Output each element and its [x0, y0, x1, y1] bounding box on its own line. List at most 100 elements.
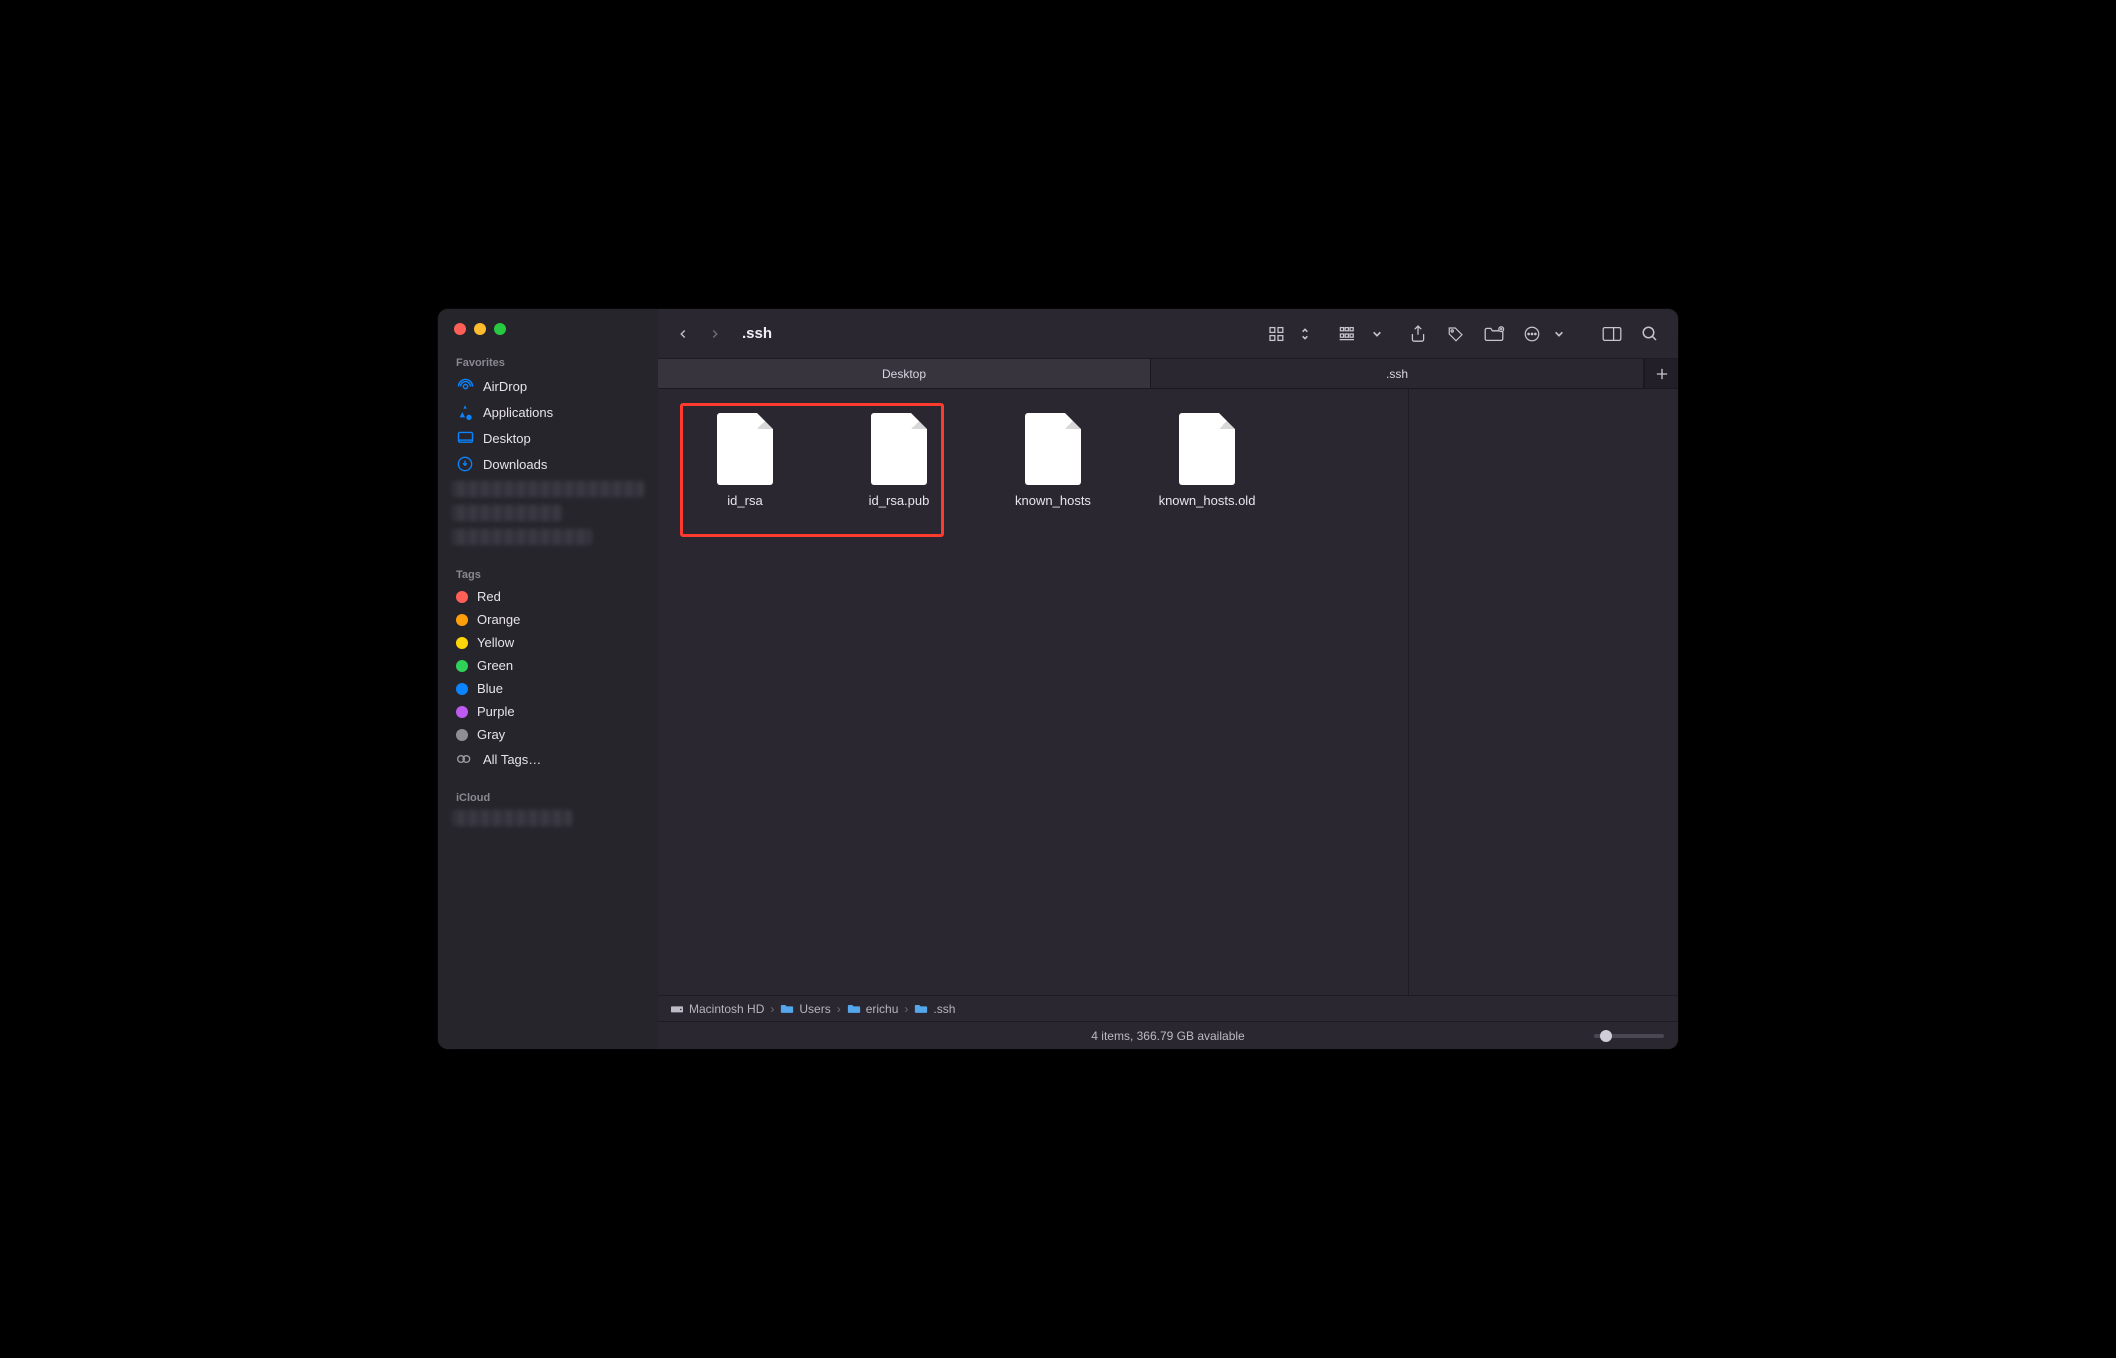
sidebar-tag-green[interactable]: Green	[438, 654, 658, 677]
sidebar-item-label: Downloads	[483, 457, 547, 472]
sidebar-section-favorites: Favorites	[438, 351, 658, 373]
tag-dot-icon	[456, 660, 468, 672]
action-menu-button[interactable]	[1518, 320, 1546, 348]
share-button[interactable]	[1404, 320, 1432, 348]
path-segment[interactable]: .ssh	[914, 1002, 955, 1016]
tag-dot-icon	[456, 637, 468, 649]
finder-window: Favorites AirDrop Applications Desktop D…	[438, 309, 1678, 1049]
window-close-button[interactable]	[454, 323, 466, 335]
sidebar-item-label: Purple	[477, 704, 515, 719]
sidebar-redacted-item	[452, 810, 572, 826]
chevron-down-icon	[1554, 330, 1564, 338]
document-icon	[717, 413, 773, 485]
file-grid[interactable]: id_rsa id_rsa.pub known_hosts known_host…	[658, 389, 1408, 995]
file-item[interactable]: known_hosts.old	[1142, 413, 1272, 508]
group-by-button[interactable]	[1336, 320, 1364, 348]
sidebar-item-applications[interactable]: Applications	[438, 399, 658, 425]
chevron-right-icon: ›	[837, 1002, 841, 1016]
desktop-icon	[456, 429, 474, 447]
sidebar-tag-orange[interactable]: Orange	[438, 608, 658, 631]
sidebar-item-label: Green	[477, 658, 513, 673]
airdrop-icon	[456, 377, 474, 395]
tag-dot-icon	[456, 706, 468, 718]
document-icon	[1179, 413, 1235, 485]
downloads-icon	[456, 455, 474, 473]
main-area: .ssh	[658, 309, 1678, 1049]
sidebar-item-label: Yellow	[477, 635, 514, 650]
sidebar-item-downloads[interactable]: Downloads	[438, 451, 658, 477]
view-mode-button[interactable]	[1264, 320, 1292, 348]
path-bar[interactable]: Macintosh HD › Users › erichu ›	[658, 995, 1678, 1021]
sidebar-tag-blue[interactable]: Blue	[438, 677, 658, 700]
sidebar-tag-gray[interactable]: Gray	[438, 723, 658, 746]
preview-pane	[1408, 389, 1678, 995]
file-item[interactable]: id_rsa.pub	[834, 413, 964, 508]
tag-dot-icon	[456, 591, 468, 603]
path-seg-label: Users	[799, 1002, 830, 1016]
tab-desktop[interactable]: Desktop	[658, 359, 1151, 388]
file-name-label: id_rsa.pub	[869, 493, 930, 508]
sidebar-redacted-item	[452, 505, 562, 521]
document-icon	[871, 413, 927, 485]
path-segment[interactable]: erichu	[847, 1002, 899, 1016]
window-title: .ssh	[742, 325, 772, 342]
sidebar-item-label: Gray	[477, 727, 505, 742]
toggle-preview-button[interactable]	[1598, 320, 1626, 348]
drive-icon	[670, 1003, 684, 1015]
icon-size-slider[interactable]	[1594, 1034, 1664, 1038]
sidebar-tag-purple[interactable]: Purple	[438, 700, 658, 723]
all-tags-icon	[456, 750, 474, 768]
sidebar-item-label: AirDrop	[483, 379, 527, 394]
forward-button[interactable]	[704, 323, 726, 345]
sidebar-tag-red[interactable]: Red	[438, 585, 658, 608]
sidebar-item-all-tags[interactable]: All Tags…	[438, 746, 658, 772]
chevron-down-icon	[1372, 330, 1382, 338]
path-seg-label: .ssh	[933, 1002, 955, 1016]
chevron-updown-icon	[1300, 327, 1310, 341]
sidebar-item-label: Red	[477, 589, 501, 604]
tag-dot-icon	[456, 614, 468, 626]
tab-label: Desktop	[882, 367, 926, 381]
tab-label: .ssh	[1386, 367, 1408, 381]
new-tab-button[interactable]	[1644, 359, 1678, 388]
sidebar-item-airdrop[interactable]: AirDrop	[438, 373, 658, 399]
sidebar-redacted-item	[452, 481, 644, 497]
search-button[interactable]	[1636, 320, 1664, 348]
path-seg-label: Macintosh HD	[689, 1002, 764, 1016]
back-button[interactable]	[672, 323, 694, 345]
sidebar-item-label: Orange	[477, 612, 520, 627]
tag-dot-icon	[456, 729, 468, 741]
sidebar-section-tags: Tags	[438, 563, 658, 585]
path-segment-root[interactable]: Macintosh HD	[670, 1002, 764, 1016]
new-folder-button[interactable]	[1480, 320, 1508, 348]
file-item[interactable]: id_rsa	[680, 413, 810, 508]
folder-icon	[780, 1003, 794, 1015]
file-item[interactable]: known_hosts	[988, 413, 1118, 508]
sidebar-item-label: Desktop	[483, 431, 531, 446]
status-text: 4 items, 366.79 GB available	[1091, 1029, 1244, 1043]
sidebar-item-label: Applications	[483, 405, 553, 420]
folder-icon	[847, 1003, 861, 1015]
tag-button[interactable]	[1442, 320, 1470, 348]
sidebar-item-label: All Tags…	[483, 752, 541, 767]
slider-knob[interactable]	[1600, 1030, 1612, 1042]
sidebar-item-desktop[interactable]: Desktop	[438, 425, 658, 451]
tab-bar: Desktop .ssh	[658, 359, 1678, 389]
file-name-label: known_hosts.old	[1159, 493, 1256, 508]
window-minimize-button[interactable]	[474, 323, 486, 335]
path-segment[interactable]: Users	[780, 1002, 830, 1016]
sidebar-item-label: Blue	[477, 681, 503, 696]
file-name-label: known_hosts	[1015, 493, 1091, 508]
tag-dot-icon	[456, 683, 468, 695]
sidebar-section-icloud: iCloud	[438, 786, 658, 808]
chevron-right-icon: ›	[904, 1002, 908, 1016]
window-zoom-button[interactable]	[494, 323, 506, 335]
traffic-lights	[438, 323, 658, 351]
file-name-label: id_rsa	[727, 493, 762, 508]
path-seg-label: erichu	[866, 1002, 899, 1016]
tab-ssh[interactable]: .ssh	[1151, 359, 1644, 388]
sidebar-tag-yellow[interactable]: Yellow	[438, 631, 658, 654]
sidebar-redacted-item	[452, 529, 592, 545]
folder-icon	[914, 1003, 928, 1015]
toolbar: .ssh	[658, 309, 1678, 359]
